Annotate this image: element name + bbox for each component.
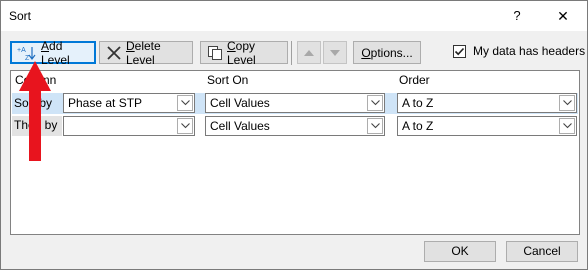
chevron-down-icon[interactable]	[367, 95, 383, 111]
sort-dialog: Sort ? ✕ +A Z Add Level Delete Level Cop…	[0, 0, 588, 270]
my-data-has-headers[interactable]: My data has headers	[453, 44, 585, 58]
svg-text:+A: +A	[17, 47, 26, 54]
move-up-button[interactable]	[297, 41, 321, 64]
delete-level-button[interactable]: Delete Level	[99, 38, 193, 67]
copy-level-button[interactable]: Copy Level	[200, 38, 288, 67]
cancel-button[interactable]: Cancel	[506, 241, 578, 262]
close-button[interactable]: ✕	[553, 7, 573, 27]
chevron-down-icon[interactable]	[367, 118, 383, 134]
copy-level-icon	[207, 45, 223, 61]
sort-by-column-value: Phase at STP	[68, 96, 143, 110]
toolbar-separator	[291, 41, 292, 65]
delete-level-label: Delete Level	[126, 38, 161, 67]
move-down-icon	[330, 46, 340, 60]
red-up-arrow-icon	[19, 61, 51, 161]
sort-levels-grid: Column Sort On Order Sort by Phase at ST…	[10, 70, 580, 235]
help-button[interactable]: ?	[507, 7, 527, 27]
sort-by-sort-on-value: Cell Values	[210, 96, 270, 110]
order-header: Order	[399, 73, 430, 87]
then-by-column-select[interactable]	[63, 116, 195, 136]
headers-checkbox[interactable]	[453, 44, 466, 58]
delete-level-icon	[106, 45, 122, 61]
copy-level-label: Copy Level	[227, 38, 256, 67]
then-by-sort-on-select[interactable]: Cell Values	[205, 116, 385, 136]
add-level-icon: +A Z	[17, 45, 37, 61]
sort-by-order-select[interactable]: A to Z	[397, 93, 577, 113]
then-by-sort-on-value: Cell Values	[210, 119, 270, 133]
sort-on-header: Sort On	[207, 73, 249, 87]
chevron-down-icon[interactable]	[177, 95, 193, 111]
chevron-down-icon[interactable]	[559, 95, 575, 111]
sort-by-sort-on-select[interactable]: Cell Values	[205, 93, 385, 113]
headers-checkbox-label: My data has headers	[473, 44, 586, 58]
chevron-down-icon[interactable]	[177, 118, 193, 134]
then-by-order-value: A to Z	[402, 119, 434, 133]
chevron-down-icon[interactable]	[559, 118, 575, 134]
then-by-order-select[interactable]: A to Z	[397, 116, 577, 136]
move-up-icon	[304, 46, 314, 60]
title-bar: Sort ? ✕	[1, 1, 587, 31]
move-down-button[interactable]	[323, 41, 347, 64]
sort-by-order-value: A to Z	[402, 96, 434, 110]
sort-by-column-select[interactable]: Phase at STP	[63, 93, 195, 113]
dialog-title: Sort	[9, 9, 32, 23]
options-label: Options...	[361, 45, 413, 60]
ok-button[interactable]: OK	[424, 241, 496, 262]
options-button[interactable]: Options...	[353, 41, 421, 64]
